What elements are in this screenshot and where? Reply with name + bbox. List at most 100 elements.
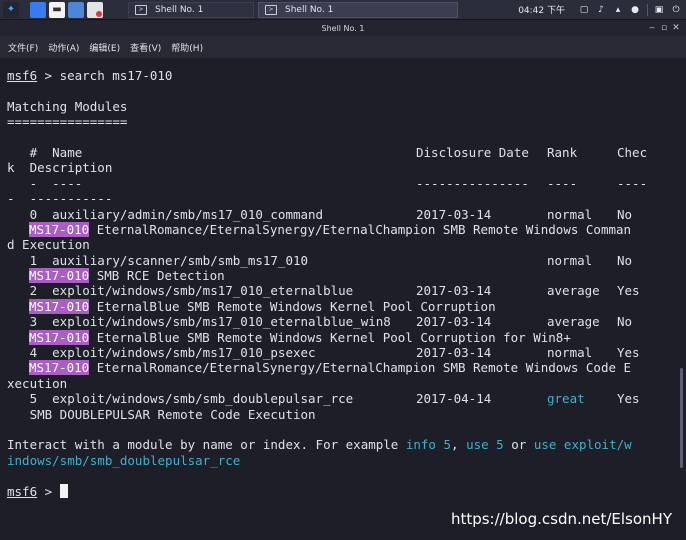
taskbar-item-shell-1[interactable]: > Shell No. 1 xyxy=(128,1,254,18)
table-row-description: SMB DOUBLEPULSAR Remote Code Execution xyxy=(7,407,675,422)
module-name: 2 exploit/windows/smb/ms17_010_eternalbl… xyxy=(7,283,354,299)
module-name: 1 auxiliary/scanner/smb/smb_ms17_010 xyxy=(7,252,309,268)
terminal-scrollbar[interactable] xyxy=(680,368,683,468)
check: No xyxy=(617,314,633,330)
table-row-description: MS17-010 SMB RCE Detection xyxy=(7,268,675,284)
table-row: 3 exploit/windows/smb/ms17_010_eternalbl… xyxy=(7,314,675,329)
table-row-description-wrap: xecution xyxy=(7,376,675,391)
table-row: 0 auxiliary/admin/smb/ms17_010_command 2… xyxy=(7,207,675,222)
description: EternalBlue SMB Remote Windows Kernel Po… xyxy=(89,329,571,345)
browser-icon[interactable] xyxy=(87,1,103,18)
maximize-icon[interactable]: ▫ xyxy=(658,22,670,34)
menu-view[interactable]: 查看(V) xyxy=(130,41,161,54)
description-wrap: xecution xyxy=(7,375,68,391)
table-row-description: MS17-010 EternalBlue SMB Remote Windows … xyxy=(7,298,675,314)
power-button-icon[interactable]: ⏻ xyxy=(670,4,682,16)
window-icon[interactable]: ▢ xyxy=(578,4,590,16)
table-row-description: MS17-010 EternalRomance/EternalSynergy/E… xyxy=(7,360,675,376)
taskbar-item-label: Shell No. 1 xyxy=(155,4,204,15)
check: Yes xyxy=(617,345,640,361)
rank: average xyxy=(547,283,600,299)
terminal-output[interactable]: msf6 > search ms17-010 Matching Modules … xyxy=(0,58,686,540)
menu-file[interactable]: 文件(F) xyxy=(8,41,38,54)
lock-icon[interactable]: ▣ xyxy=(653,4,665,16)
table-row-description: MS17-010 EternalRomance/EternalSynergy/E… xyxy=(7,221,675,237)
table-dash-row-wrap: - ----------- xyxy=(7,191,675,206)
kali-dragon-icon[interactable]: ✦ xyxy=(3,1,19,18)
menu-help[interactable]: 帮助(H) xyxy=(171,41,203,54)
check: Yes xyxy=(617,283,640,299)
terminal-window-icon: > xyxy=(265,4,277,15)
command-text: > search ms17-010 xyxy=(37,68,173,83)
interact-example-info: info 5 xyxy=(405,437,452,453)
table-row: 5 exploit/windows/smb/smb_doublepulsar_r… xyxy=(7,391,675,406)
description: EternalBlue SMB Remote Windows Kernel Po… xyxy=(89,298,496,314)
check: No xyxy=(617,206,633,222)
prompt-label: msf6 xyxy=(7,483,38,499)
menu-bar: 文件(F) 动作(A) 编辑(E) 查看(V) 帮助(H) xyxy=(0,36,686,58)
table-row: 2 exploit/windows/smb/ms17_010_eternalbl… xyxy=(7,283,675,298)
command-line: msf6 > search ms17-010 xyxy=(7,68,675,83)
check: Yes xyxy=(617,391,640,407)
system-tray: 04:42 下午 ▢ ♪ ▴ ● ▣ ⏻ xyxy=(518,0,686,20)
prompt-label: msf6 xyxy=(7,68,38,83)
interact-separator: , xyxy=(451,437,467,453)
table-row: 1 auxiliary/scanner/smb/smb_ms17_010 nor… xyxy=(7,253,675,268)
interact-example-use-path-wrap: indows/smb/smb_doublepulsar_rce xyxy=(7,452,241,468)
rank: normal xyxy=(547,252,593,268)
ms17-010-tag: MS17-010 xyxy=(29,298,90,314)
speaker-icon[interactable]: ♪ xyxy=(595,4,607,16)
file-manager-icon[interactable]: ▬ xyxy=(49,1,65,18)
window-titlebar[interactable]: Shell No. 1 ‒ ▫ ✕ xyxy=(0,20,686,36)
table-row: 4 exploit/windows/smb/ms17_010_psexec 20… xyxy=(7,345,675,360)
window-controls: ‒ ▫ ✕ xyxy=(646,22,682,34)
rank: great xyxy=(547,391,585,407)
table-row-description: MS17-010 EternalBlue SMB Remote Windows … xyxy=(7,329,675,345)
taskbar-item-shell-2[interactable]: > Shell No. 1 xyxy=(258,1,458,18)
description: EternalRomance/EternalSynergy/EternalCha… xyxy=(89,221,632,237)
description-wrap: d Execution xyxy=(7,237,90,253)
ms17-010-tag: MS17-010 xyxy=(29,360,90,376)
header-disclosure-date: Disclosure Date xyxy=(416,144,529,160)
menu-edit[interactable]: 编辑(E) xyxy=(89,41,120,54)
table-dash-row: - ---- --------------- ---- ---- xyxy=(7,176,675,191)
close-icon[interactable]: ✕ xyxy=(670,22,682,34)
module-name: 4 exploit/windows/smb/ms17_010_psexec xyxy=(7,345,316,361)
launcher: ✦ ▬ >_ xyxy=(0,0,106,74)
interact-hint-line-wrap: indows/smb/smb_doublepulsar_rce xyxy=(7,453,675,468)
dash-rank: ---- xyxy=(547,175,578,191)
rank: normal xyxy=(547,345,593,361)
matching-modules-heading: Matching Modules xyxy=(7,98,128,114)
description: SMB DOUBLEPULSAR Remote Code Execution xyxy=(7,406,316,422)
disclosure-date: 2017-03-14 xyxy=(416,283,492,299)
prompt-line[interactable]: msf6 > xyxy=(7,483,675,499)
interact-hint-text: Interact with a module by name or index.… xyxy=(7,437,406,453)
ms17-010-tag: MS17-010 xyxy=(29,221,90,237)
disclosure-date: 2017-03-14 xyxy=(416,314,492,330)
interact-or: or xyxy=(503,437,534,453)
header-rank: Rank xyxy=(547,144,578,160)
power-icon[interactable]: ● xyxy=(629,4,641,16)
interact-example-use: use 5 xyxy=(466,437,504,453)
notification-icon[interactable]: ▴ xyxy=(612,4,624,16)
rank: average xyxy=(547,314,600,330)
menu-action[interactable]: 动作(A) xyxy=(48,41,79,54)
dash-num-name: - ---- xyxy=(7,175,83,191)
ms17-010-tag: MS17-010 xyxy=(29,268,90,284)
clock[interactable]: 04:42 下午 xyxy=(518,3,565,16)
header-num-name: # Name xyxy=(7,144,83,160)
disclosure-date: 2017-03-14 xyxy=(416,345,492,361)
text-cursor xyxy=(59,483,68,498)
terminal-lines: msf6 > search ms17-010 Matching Modules … xyxy=(7,68,675,499)
matching-modules-heading-line: Matching Modules xyxy=(7,99,675,114)
dash-check: ---- xyxy=(617,175,648,191)
header-description: k Description xyxy=(7,160,113,176)
folder-icon[interactable] xyxy=(68,1,84,18)
terminal-window-icon: > xyxy=(135,4,147,15)
dash-description: - ----------- xyxy=(7,191,113,207)
table-row-description-wrap: d Execution xyxy=(7,237,675,252)
interact-hint-line: Interact with a module by name or index.… xyxy=(7,437,675,452)
minimize-icon[interactable]: ‒ xyxy=(646,22,658,34)
desktop-icon[interactable] xyxy=(30,1,46,18)
disclosure-date: 2017-04-14 xyxy=(416,391,492,407)
